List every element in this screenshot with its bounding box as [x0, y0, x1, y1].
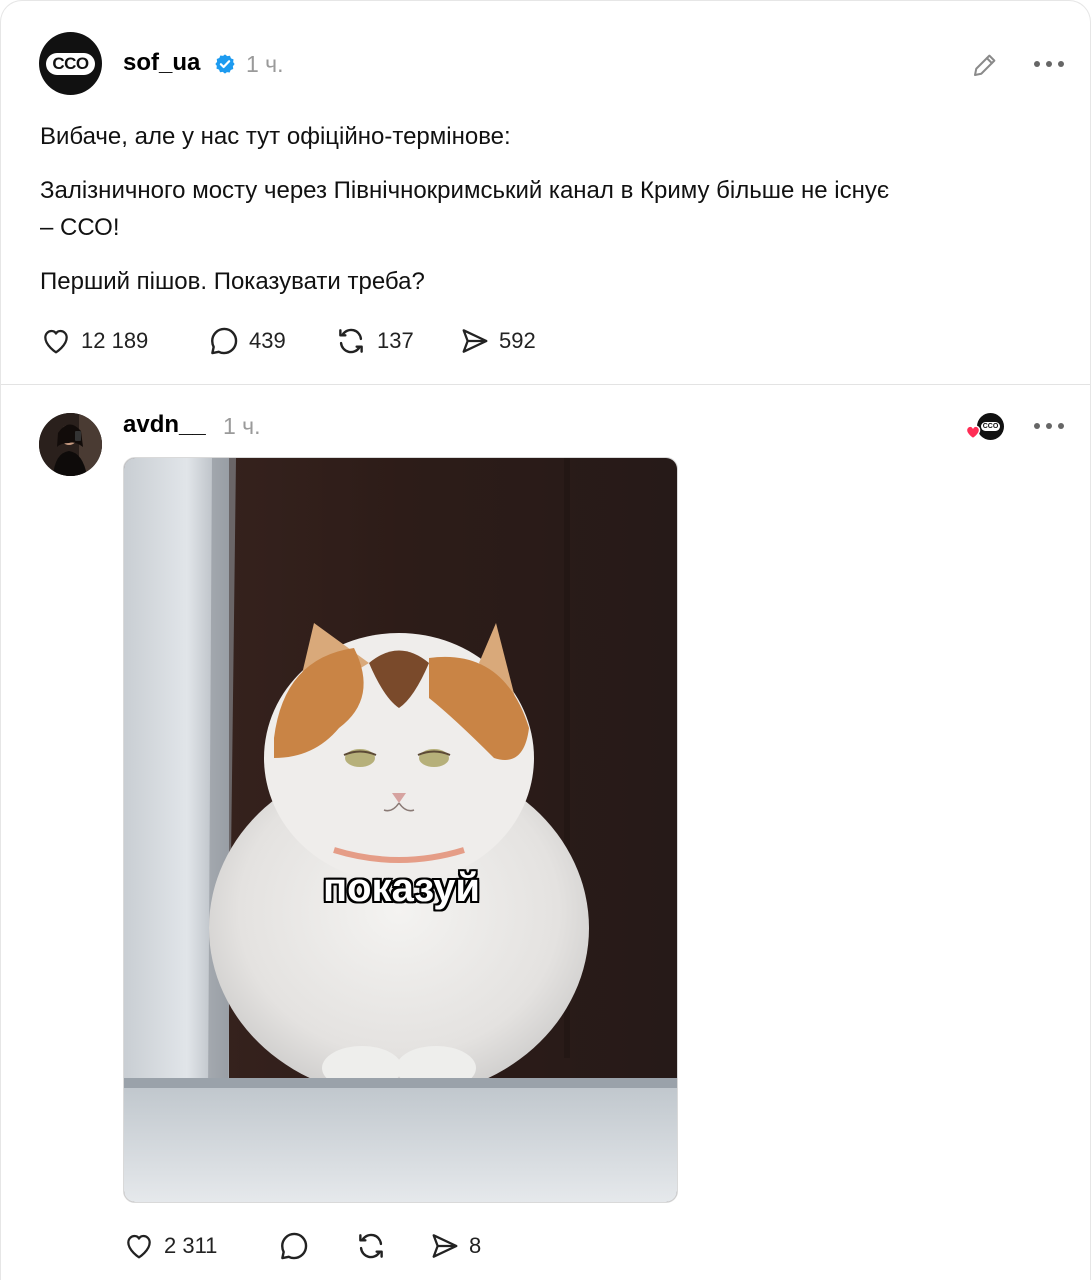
author-username[interactable]: sof_ua — [123, 49, 200, 77]
post-paragraph-4: Перший пішов. Показувати треба? — [40, 268, 425, 295]
repost-button[interactable] — [353, 1226, 397, 1266]
cat-photo — [124, 458, 677, 1202]
heart-icon — [127, 1234, 151, 1259]
share-count: 8 — [469, 1233, 482, 1258]
more-options-icon[interactable] — [1029, 413, 1069, 439]
like-button[interactable]: 2 311 — [122, 1226, 217, 1266]
comment-count: 439 — [249, 328, 286, 353]
threads-feed: CCO sof_ua 1 ч. Вибаче, але у нас тут оф… — [0, 0, 1091, 1280]
heart-icon — [44, 329, 68, 354]
comment-button[interactable]: 439 — [207, 321, 286, 361]
comment-button[interactable] — [277, 1226, 319, 1266]
author-avatar-avdn[interactable] — [39, 413, 102, 476]
post-timestamp: 1 ч. — [223, 413, 261, 439]
share-icon — [432, 1234, 458, 1258]
share-button[interactable]: 8 — [429, 1226, 481, 1266]
meme-caption: показуй — [322, 866, 481, 910]
cco-logo: CCO — [46, 52, 95, 75]
author-username[interactable]: avdn__ — [123, 411, 206, 439]
more-options-icon[interactable] — [1029, 51, 1069, 77]
edit-pencil-icon[interactable] — [967, 47, 1003, 83]
like-count: 2 311 — [164, 1233, 218, 1258]
author-avatar-sof-ua[interactable]: CCO — [39, 32, 102, 95]
verified-badge-icon — [215, 54, 235, 74]
post-media-image[interactable]: показуй — [123, 457, 678, 1203]
post-paragraph-3: – ССО! — [40, 214, 120, 241]
post-divider — [1, 384, 1090, 385]
share-button[interactable]: 592 — [459, 321, 536, 361]
share-icon — [462, 329, 488, 353]
comment-icon — [281, 1232, 308, 1260]
repost-icon — [339, 328, 363, 354]
post-paragraph-2: Залізничного мосту через Північнокримськ… — [40, 177, 890, 204]
repost-icon — [359, 1233, 383, 1259]
comment-icon — [211, 327, 238, 355]
post-timestamp: 1 ч. — [246, 51, 284, 77]
repost-count: 137 — [377, 328, 414, 353]
like-button[interactable]: 12 189 — [39, 321, 148, 361]
like-count: 12 189 — [81, 328, 149, 353]
share-count: 592 — [499, 328, 536, 353]
repost-button[interactable]: 137 — [333, 321, 414, 361]
post-paragraph-1: Вибаче, але у нас тут офіційно-термінове… — [40, 123, 511, 150]
liked-heart-icon — [965, 425, 981, 440]
